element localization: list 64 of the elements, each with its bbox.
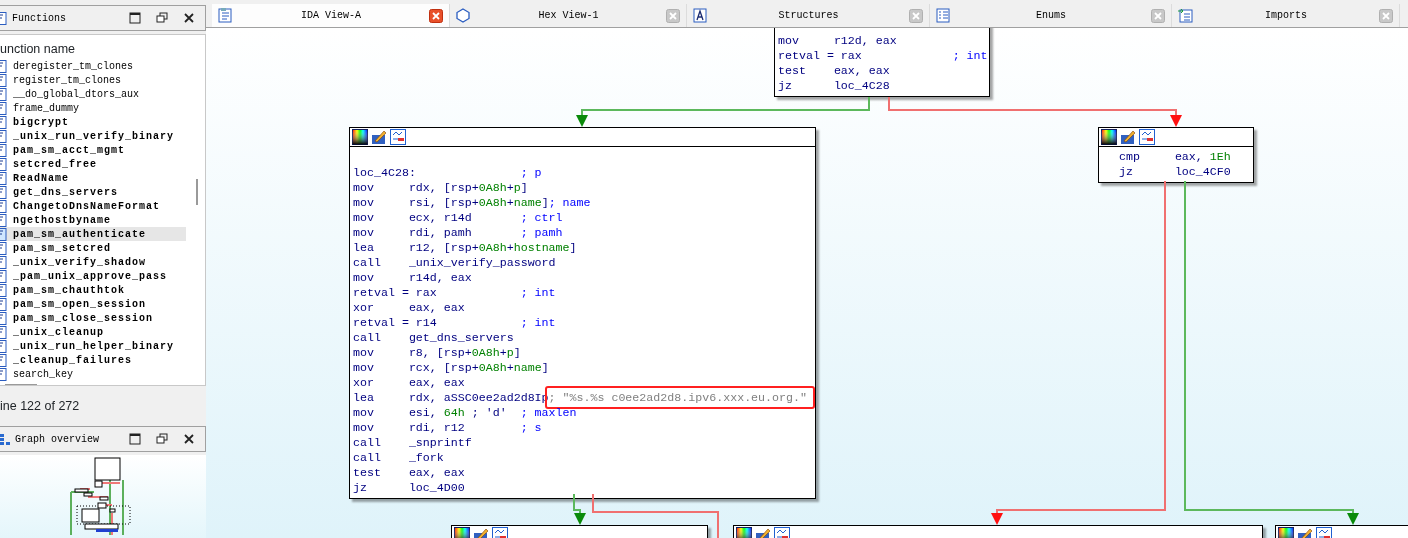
function-item[interactable]: setcred_free (0, 157, 186, 171)
code-comment: ; ctrl (520, 210, 563, 225)
code-instruction: jz loc_4C28 (778, 78, 891, 93)
code-comment: ; pamh (520, 225, 563, 240)
code-instruction: jz loc_4D00 (353, 480, 466, 495)
code-instruction: lea r12, [rsp+0A8h+hostname] (353, 240, 577, 255)
code-comment: ; int (952, 48, 988, 63)
function-item[interactable]: deregister_tm_clones (0, 59, 186, 73)
panel-title: Functions (12, 12, 66, 24)
function-item[interactable]: pam_sm_close_session (0, 311, 186, 325)
code-instruction: mov rsi, [rsp+0A8h+name] (353, 195, 549, 210)
function-item[interactable]: search_key (0, 367, 186, 381)
code-instruction: mov ecx, r14d (353, 210, 473, 225)
function-item[interactable]: _unix_cleanup (0, 325, 186, 339)
panel-title: Graph overview (15, 433, 99, 445)
code-instruction: test eax, eax (353, 465, 466, 480)
function-item[interactable]: register_tm_clones (0, 73, 186, 87)
function-item[interactable]: _unix_run_helper_binary (0, 339, 186, 353)
code-instruction: mov r14d, eax (353, 270, 473, 285)
code-comment: ; int (520, 315, 556, 330)
column-header: unction name (0, 41, 77, 58)
function-item[interactable]: pam_sm_chauthtok (0, 283, 186, 297)
function-item[interactable]: _pam_unix_approve_pass (0, 269, 186, 283)
code-instruction: xor eax, eax (353, 375, 466, 390)
function-item[interactable]: ngethostbyname (0, 213, 186, 227)
code-comment: ; s (520, 420, 542, 435)
code-instruction: loc_4C28: (353, 165, 417, 180)
code-instruction: xor eax, eax (353, 300, 466, 315)
code-instruction: retval = rax (353, 285, 438, 300)
tab[interactable]: IDA View-A (212, 4, 450, 27)
function-item[interactable]: frame_dummy (0, 101, 186, 115)
function-item[interactable]: pam_sm_open_session (0, 297, 186, 311)
code-instruction: call _unix_verify_password (353, 255, 556, 270)
code-comment: ; int (520, 285, 556, 300)
function-item[interactable]: ChangetoDnsNameFormat (0, 199, 186, 213)
function-item[interactable]: bigcrypt (0, 115, 186, 129)
function-item[interactable]: _cleanup_failures (0, 353, 186, 367)
function-item[interactable]: get_dns_servers (0, 185, 186, 199)
code-instruction: cmp eax, 1Eh (1119, 149, 1231, 164)
code-instruction: jz loc_4CF0 (1119, 164, 1231, 179)
code-instruction: call _snprintf (353, 435, 473, 450)
code-instruction: mov r8, [rsp+0A8h+p] (353, 345, 521, 360)
code-instruction: test eax, eax (778, 63, 891, 78)
code-instruction: mov r12d, eax (778, 33, 898, 48)
code-comment: ; name (548, 195, 591, 210)
function-item[interactable]: _unix_run_verify_binary (0, 129, 186, 143)
code-instruction: retval = rax (778, 48, 863, 63)
code-instruction: mov rdi, pamh (353, 225, 473, 240)
function-item[interactable]: ReadName (0, 171, 186, 185)
function-item[interactable]: pam_sm_setcred (0, 241, 186, 255)
code-instruction: mov rcx, [rsp+0A8h+name] (353, 360, 549, 375)
function-item[interactable]: pam_sm_acct_mgmt (0, 143, 186, 157)
code-comment: ; maxlen (520, 405, 577, 420)
function-item[interactable]: __do_global_dtors_aux (0, 87, 186, 101)
code-instruction: mov esi, 64h ; 'd' (353, 405, 508, 420)
code-comment: ; p (520, 165, 542, 180)
function-item[interactable]: _unix_verify_shadow (0, 255, 186, 269)
code-instruction: retval = r14 (353, 315, 438, 330)
code-instruction: call get_dns_servers (353, 330, 515, 345)
status-text: ine 122 of 272 (0, 398, 81, 415)
code-instruction: call _fork (353, 450, 445, 465)
code-instruction: mov rdi, r12 (353, 420, 466, 435)
function-item[interactable]: pam_sm_authenticate (0, 227, 186, 241)
code-instruction: mov rdx, [rsp+0A8h+p] (353, 180, 528, 195)
